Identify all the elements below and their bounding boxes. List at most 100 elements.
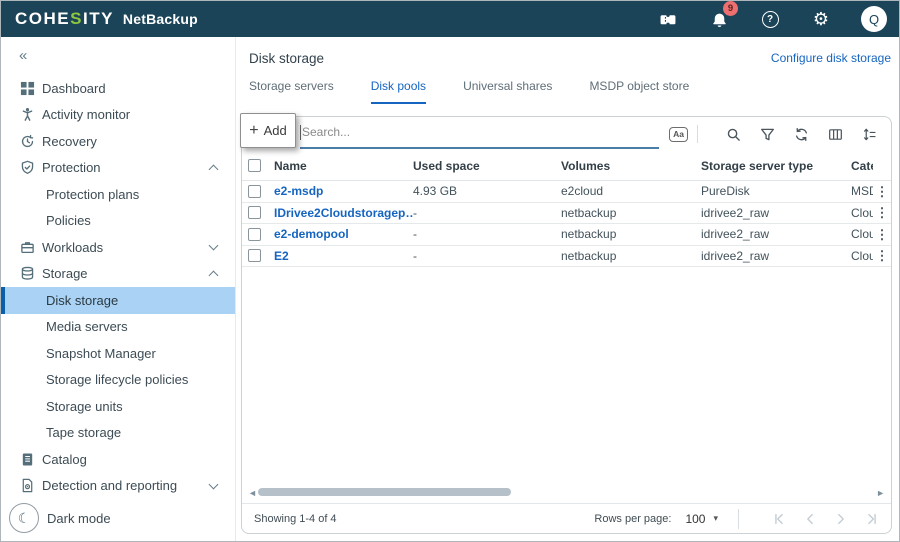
column-header-used-space[interactable]: Used space xyxy=(413,159,561,173)
top-icon-group: 9 ? ⚙ Q xyxy=(657,6,887,32)
tab-bar: Storage servers Disk pools Universal sha… xyxy=(236,79,899,104)
toolbar-divider xyxy=(697,125,698,143)
tab-disk-pools[interactable]: Disk pools xyxy=(371,79,426,104)
sidebar-item-workloads[interactable]: Workloads xyxy=(1,234,235,261)
disk-pool-name-link[interactable]: e2-demopool xyxy=(274,227,413,241)
rows-per-page-dropdown-icon[interactable]: ▾ xyxy=(713,513,718,524)
sidebar-item-label: Snapshot Manager xyxy=(46,346,156,361)
column-header-storage-server-type[interactable]: Storage server type xyxy=(701,159,851,173)
sidebar-item-label: Storage lifecycle policies xyxy=(46,372,188,387)
configure-disk-storage-link[interactable]: Configure disk storage xyxy=(771,51,891,65)
sidebar: « Dashboard Activity monitor xyxy=(1,37,236,541)
next-page-button[interactable] xyxy=(834,512,848,526)
showing-count: Showing 1-4 of 4 xyxy=(254,513,337,525)
horizontal-scrollbar: ◄ ► xyxy=(246,485,887,501)
filter-icon[interactable] xyxy=(759,126,775,142)
previous-page-button[interactable] xyxy=(803,512,817,526)
columns-icon[interactable] xyxy=(827,126,843,142)
sidebar-item-storage-units[interactable]: Storage units xyxy=(1,393,235,420)
rows-per-page-value[interactable]: 100 xyxy=(685,512,705,526)
column-header-volumes[interactable]: Volumes xyxy=(561,159,701,173)
search-icon[interactable] xyxy=(725,126,741,142)
sidebar-item-label: Dashboard xyxy=(42,81,106,96)
row-actions-kebab-icon[interactable]: ⋮ xyxy=(873,228,891,241)
select-all-checkbox[interactable] xyxy=(248,159,261,172)
recovery-history-icon xyxy=(19,133,35,149)
row-actions-kebab-icon[interactable]: ⋮ xyxy=(873,206,891,219)
page-title: Disk storage xyxy=(249,51,324,66)
sidebar-item-label: Activity monitor xyxy=(42,107,130,122)
tab-universal-shares[interactable]: Universal shares xyxy=(463,79,552,104)
row-actions-kebab-icon[interactable]: ⋮ xyxy=(873,185,891,198)
sidebar-collapse-icon[interactable]: « xyxy=(1,37,235,73)
toolbar-icon-group: Aa xyxy=(669,125,877,143)
row-checkbox[interactable] xyxy=(248,185,261,198)
sidebar-item-label: Media servers xyxy=(46,319,128,334)
search-input[interactable] xyxy=(302,125,659,139)
sidebar-item-storage[interactable]: Storage xyxy=(1,261,235,288)
row-actions-kebab-icon[interactable]: ⋮ xyxy=(873,249,891,262)
workloads-briefcase-icon xyxy=(19,239,35,255)
ticket-icon[interactable] xyxy=(657,8,679,30)
tab-storage-servers[interactable]: Storage servers xyxy=(249,79,334,104)
refresh-icon[interactable] xyxy=(793,126,809,142)
notifications-bell-icon[interactable]: 9 xyxy=(708,8,730,30)
table-empty-space xyxy=(242,267,891,485)
match-case-icon[interactable]: Aa xyxy=(669,127,688,142)
sidebar-item-catalog[interactable]: Catalog xyxy=(1,446,235,473)
tab-msdp-object-store[interactable]: MSDP object store xyxy=(589,79,689,104)
sidebar-item-policies[interactable]: Policies xyxy=(1,208,235,235)
scroll-right-arrow-icon[interactable]: ► xyxy=(876,487,885,499)
dark-mode-toggle[interactable]: ☾ Dark mode xyxy=(1,499,235,541)
cohesity-logo: COHESITY xyxy=(15,9,114,29)
row-checkbox[interactable] xyxy=(248,228,261,241)
sidebar-item-tape-storage[interactable]: Tape storage xyxy=(1,420,235,447)
page-header: Disk storage Configure disk storage xyxy=(236,37,899,66)
first-page-button[interactable] xyxy=(772,512,786,526)
dark-mode-label: Dark mode xyxy=(47,511,111,526)
logo-accent-s: S xyxy=(70,9,83,28)
main-content: Disk storage Configure disk storage Stor… xyxy=(236,37,899,541)
sidebar-item-recovery[interactable]: Recovery xyxy=(1,128,235,155)
settings-gear-icon[interactable]: ⚙ xyxy=(810,8,832,30)
user-avatar[interactable]: Q xyxy=(861,6,887,32)
used-space-cell: - xyxy=(413,227,561,241)
chevron-down-icon xyxy=(209,479,219,489)
sidebar-item-media-servers[interactable]: Media servers xyxy=(1,314,235,341)
sidebar-item-protection-plans[interactable]: Protection plans xyxy=(1,181,235,208)
help-icon[interactable]: ? xyxy=(759,8,781,30)
body-row: « Dashboard Activity monitor xyxy=(1,37,899,541)
row-density-icon[interactable] xyxy=(861,126,877,142)
last-page-button[interactable] xyxy=(865,512,879,526)
sidebar-item-storage-lifecycle-policies[interactable]: Storage lifecycle policies xyxy=(1,367,235,394)
chevron-down-icon xyxy=(209,241,219,251)
category-cell: Cloud xyxy=(851,249,873,263)
sidebar-item-label: Protection xyxy=(42,160,101,175)
app-window: COHESITY NetBackup 9 ? xyxy=(0,0,900,542)
disk-pool-name-link[interactable]: e2-msdp xyxy=(274,184,413,198)
column-header-name[interactable]: Name xyxy=(274,159,413,173)
sidebar-item-label: Policies xyxy=(46,213,91,228)
row-checkbox[interactable] xyxy=(248,206,261,219)
disk-pool-name-link[interactable]: E2 xyxy=(274,249,413,263)
top-bar: COHESITY NetBackup 9 ? xyxy=(1,1,899,37)
sidebar-item-protection[interactable]: Protection xyxy=(1,155,235,182)
table-footer: Showing 1-4 of 4 Rows per page: 100 ▾ xyxy=(242,503,891,533)
row-checkbox[interactable] xyxy=(248,249,261,262)
sidebar-item-disk-storage[interactable]: Disk storage xyxy=(1,287,235,314)
category-cell: Cloud xyxy=(851,227,873,241)
column-header-category[interactable]: Category xyxy=(851,159,873,173)
sidebar-item-activity-monitor[interactable]: Activity monitor xyxy=(1,102,235,129)
sidebar-item-dashboard[interactable]: Dashboard xyxy=(1,75,235,102)
table-header-row: Name Used space Volumes Storage server t… xyxy=(242,151,891,181)
disk-pool-name-link[interactable]: IDrivee2Cloudstoragep… xyxy=(274,206,413,220)
sidebar-item-detection-and-reporting[interactable]: Detection and reporting xyxy=(1,473,235,500)
catalog-book-icon xyxy=(19,451,35,467)
sidebar-item-snapshot-manager[interactable]: Snapshot Manager xyxy=(1,340,235,367)
add-button[interactable]: + Add xyxy=(240,113,296,148)
table-row: E2 - netbackup idrivee2_raw Cloud ⋮ xyxy=(242,246,891,268)
add-button-label: Add xyxy=(264,123,287,138)
scroll-left-arrow-icon[interactable]: ◄ xyxy=(248,487,257,499)
used-space-cell: 4.93 GB xyxy=(413,184,561,198)
scrollbar-thumb[interactable] xyxy=(258,488,511,496)
